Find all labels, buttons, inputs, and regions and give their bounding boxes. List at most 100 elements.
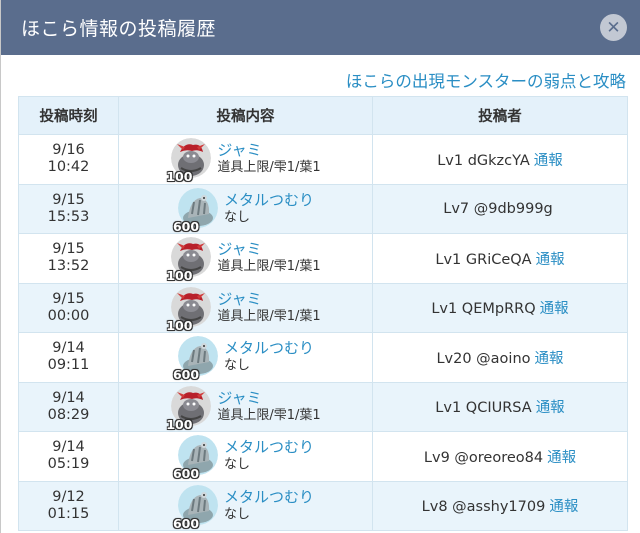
poster-name: Lv1 dGkzcYA: [437, 152, 530, 169]
table-header-row: 投稿時刻 投稿内容 投稿者: [18, 96, 628, 135]
post-time: 00:00: [47, 307, 90, 324]
post-history-table: 投稿時刻 投稿内容 投稿者 9/16 10:42 100 ジャミ 道具上限/雫1…: [18, 96, 628, 531]
poster-name: Lv1 QCIURSA: [435, 400, 532, 417]
report-link[interactable]: 通報: [540, 301, 569, 317]
table-row: 9/14 05:19 600 メタルつむり なし Lv9 @oreoreo84 通…: [18, 431, 628, 482]
monster-desc: 道具上限/雫1/葉1: [217, 407, 321, 423]
modal-header: ほこら情報の投稿履歴 ✕: [1, 0, 640, 55]
post-date: 9/14: [52, 439, 85, 456]
post-content-cell: 100 ジャミ 道具上限/雫1/葉1: [118, 134, 373, 185]
post-time-cell: 9/15 15:53: [18, 183, 119, 234]
table-row: 9/15 13:52 100 ジャミ 道具上限/雫1/葉1 Lv1 GRiCeQ…: [18, 233, 628, 284]
report-link[interactable]: 通報: [536, 252, 565, 268]
post-time: 13:52: [47, 258, 90, 275]
monster-name-link[interactable]: ジャミ: [217, 290, 320, 308]
post-content-cell: 600 メタルつむり なし: [118, 183, 373, 234]
column-header-poster: 投稿者: [372, 96, 628, 135]
monster-level: 100: [166, 169, 193, 185]
monster-desc: なし: [223, 209, 250, 225]
post-time-cell: 9/14 05:19: [18, 431, 119, 482]
monster-avatar[interactable]: 600: [173, 484, 219, 531]
poster-name: Lv1 GRiCeQA: [435, 251, 532, 268]
monster-level: 600: [172, 515, 200, 531]
report-link[interactable]: 通報: [547, 450, 576, 466]
close-button[interactable]: ✕: [600, 14, 627, 41]
monster-level: 600: [172, 218, 200, 234]
post-history-modal: ほこら情報の投稿履歴 ✕ ほこらの出現モンスターの弱点と攻略 投稿時刻 投稿内容…: [0, 0, 640, 533]
monster-name-link[interactable]: ジャミ: [217, 389, 320, 407]
link-row: ほこらの出現モンスターの弱点と攻略: [1, 55, 640, 96]
poster-cell: Lv1 QEMpRRQ 通報: [372, 282, 628, 333]
monster-avatar[interactable]: 100: [166, 286, 212, 333]
table-row: 9/15 15:53 600 メタルつむり なし Lv7 @9db999g: [18, 183, 628, 234]
post-date: 9/15: [52, 290, 85, 307]
post-time-cell: 9/12 01:15: [18, 480, 119, 531]
monster-avatar[interactable]: 600: [173, 435, 219, 481]
poster-name: Lv20 @aoino: [436, 350, 531, 367]
monster-level: 100: [166, 416, 193, 432]
monster-level: 600: [172, 367, 200, 383]
post-time: 05:19: [47, 456, 90, 473]
post-date: 9/14: [52, 340, 85, 357]
modal-title: ほこら情報の投稿履歴: [21, 18, 217, 40]
poster-cell: Lv1 QCIURSA 通報: [372, 381, 628, 432]
post-time: 01:15: [47, 505, 90, 522]
monster-avatar[interactable]: 600: [173, 336, 219, 382]
report-link[interactable]: 通報: [534, 153, 563, 169]
post-time: 15:53: [47, 208, 90, 225]
post-time: 09:11: [47, 357, 90, 374]
monster-name-link[interactable]: ジャミ: [217, 241, 320, 258]
poster-name: Lv8 @asshy1709: [421, 499, 546, 516]
report-link[interactable]: 通報: [535, 351, 564, 367]
poster-cell: Lv8 @asshy1709 通報: [372, 480, 628, 531]
column-header-time: 投稿時刻: [18, 96, 119, 135]
monster-avatar[interactable]: 100: [166, 385, 212, 432]
monster-desc: なし: [223, 457, 250, 473]
post-content-cell: 600 メタルつむり なし: [118, 480, 373, 531]
post-time-cell: 9/14 08:29: [18, 381, 119, 432]
monster-desc: なし: [223, 506, 250, 522]
report-link[interactable]: 通報: [536, 400, 565, 416]
monster-name-link[interactable]: メタルつむり: [224, 191, 314, 209]
monster-avatar[interactable]: 100: [166, 138, 212, 184]
poster-name: Lv9 @oreoreo84: [423, 449, 544, 466]
table-row: 9/14 09:11 600 メタルつむり なし Lv20 @aoino 通報: [18, 332, 628, 383]
post-date: 9/12: [52, 488, 85, 505]
post-date: 9/15: [52, 241, 85, 258]
monster-desc: 道具上限/雫1/葉1: [217, 308, 321, 324]
report-link[interactable]: 通報: [549, 499, 578, 515]
poster-cell: Lv7 @9db999g: [372, 183, 628, 234]
post-content-cell: 100 ジャミ 道具上限/雫1/葉1: [118, 282, 373, 333]
post-time-cell: 9/14 09:11: [18, 332, 119, 383]
monster-level: 100: [166, 268, 193, 284]
post-time: 10:42: [47, 159, 90, 176]
table-body: 9/16 10:42 100 ジャミ 道具上限/雫1/葉1 Lv1 dGkzcY…: [18, 134, 628, 531]
poster-name: Lv1 QEMpRRQ: [431, 301, 536, 318]
monster-name-link[interactable]: メタルつむり: [224, 488, 314, 506]
column-header-content: 投稿内容: [118, 96, 373, 135]
monster-name-link[interactable]: ジャミ: [217, 142, 320, 159]
table-row: 9/16 10:42 100 ジャミ 道具上限/雫1/葉1 Lv1 dGkzcY…: [18, 134, 628, 185]
monster-desc: なし: [223, 358, 250, 374]
poster-cell: Lv1 GRiCeQA 通報: [372, 233, 628, 284]
post-date: 9/16: [52, 142, 85, 159]
monster-name-link[interactable]: メタルつむり: [224, 340, 314, 357]
monster-level: 100: [166, 317, 193, 333]
poster-cell: Lv20 @aoino 通報: [372, 332, 628, 383]
table-row: 9/14 08:29 100 ジャミ 道具上限/雫1/葉1 Lv1 QCIURS…: [18, 381, 628, 432]
poster-cell: Lv9 @oreoreo84 通報: [372, 431, 628, 482]
post-content-cell: 600 メタルつむり なし: [118, 332, 373, 383]
shrine-monster-weakness-link[interactable]: ほこらの出現モンスターの弱点と攻略: [346, 68, 626, 92]
post-content-cell: 100 ジャミ 道具上限/雫1/葉1: [118, 233, 373, 284]
table-row: 9/12 01:15 600 メタルつむり なし Lv8 @asshy1709 通…: [18, 480, 628, 531]
monster-avatar[interactable]: 600: [173, 187, 219, 234]
table-row: 9/15 00:00 100 ジャミ 道具上限/雫1/葉1 Lv1 QEMpRR…: [18, 282, 628, 333]
post-time-cell: 9/15 00:00: [18, 282, 119, 333]
post-content-cell: 600 メタルつむり なし: [118, 431, 373, 482]
monster-desc: 道具上限/雫1/葉1: [217, 160, 321, 176]
post-time-cell: 9/16 10:42: [18, 134, 119, 185]
monster-avatar[interactable]: 100: [166, 237, 212, 283]
monster-name-link[interactable]: メタルつむり: [224, 439, 314, 456]
monster-level: 600: [172, 466, 200, 482]
poster-cell: Lv1 dGkzcYA 通報: [372, 134, 628, 185]
